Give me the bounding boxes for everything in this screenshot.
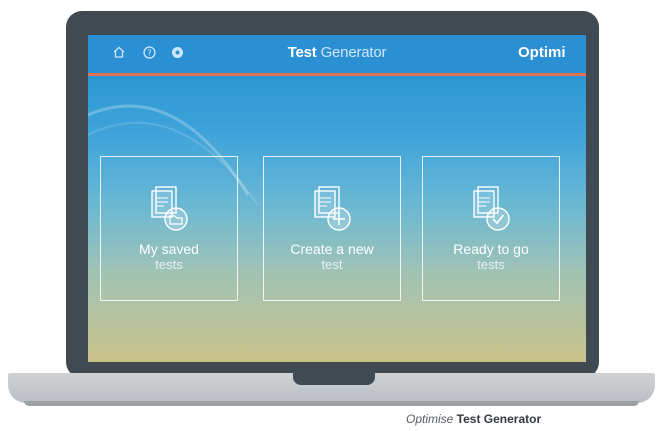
app-screen: ? Test Generator Optimi My saved tests C… [88, 35, 586, 362]
card-label-line1: Create a new [290, 241, 374, 257]
caption: Optimise Test Generator [406, 412, 541, 426]
caption-bold: Test Generator [453, 412, 542, 426]
card-label: Ready to go tests [453, 241, 529, 273]
card-label: My saved tests [139, 241, 199, 273]
document-check-icon [473, 186, 510, 231]
ready-to-go-tests-button[interactable]: Ready to go tests [422, 156, 560, 301]
brand-name: Optimi [518, 44, 566, 61]
card-label: Create a new test [290, 241, 373, 273]
header-accent-line [88, 73, 586, 76]
card-label-line1: My saved [139, 241, 199, 257]
create-new-test-button[interactable]: Create a new test [263, 156, 401, 301]
caption-italic: Optimise [406, 412, 454, 426]
document-folder-icon [151, 186, 188, 231]
laptop-base-shadow [24, 401, 639, 406]
document-plus-icon [314, 186, 351, 231]
laptop-notch [293, 373, 375, 385]
app-title: Test Generator [88, 44, 586, 61]
app-header: ? Test Generator Optimi [88, 35, 586, 73]
card-label-line2: test [321, 257, 343, 272]
my-saved-tests-button[interactable]: My saved tests [100, 156, 238, 301]
card-label-line1: Ready to go [453, 241, 529, 257]
app-title-rest: Generator [316, 44, 387, 61]
card-label-line2: tests [477, 257, 505, 272]
card-label-line2: tests [155, 257, 183, 272]
app-title-bold: Test [287, 44, 317, 61]
